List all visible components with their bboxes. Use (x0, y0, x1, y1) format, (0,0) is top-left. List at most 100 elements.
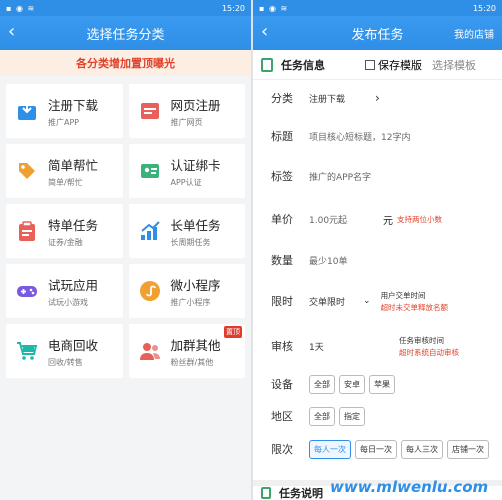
card-title: 试玩应用 (48, 277, 99, 293)
save-template-checkbox[interactable] (365, 59, 375, 70)
card-subtitle: 推广网页 (170, 117, 203, 127)
page-title: 发布任务 (351, 27, 404, 43)
my-shop-link[interactable]: 我的店铺 (454, 26, 494, 41)
price-unit: 元 (383, 215, 394, 227)
option-chip[interactable]: 每日一次 (355, 439, 397, 459)
card-title: 特单任务 (48, 217, 99, 233)
option-chip[interactable]: 每人三次 (401, 439, 443, 459)
frequency-options: 每人一次 每日一次 每人三次 店铺一次 (309, 439, 493, 459)
id-card-icon (140, 164, 159, 178)
option-chip[interactable]: 指定 (339, 406, 365, 426)
time-limit-note: 超时未交单释放名额 (380, 303, 449, 312)
card-title: 微小程序 (170, 277, 221, 293)
category-card[interactable]: 长单任务 长周期任务 (128, 204, 245, 258)
category-card[interactable]: 微小程序 推广小程序 (128, 264, 245, 318)
title-input[interactable]: 项目核心短标题，12字内 (309, 130, 410, 143)
gamepad-icon (17, 286, 37, 297)
card-subtitle: 粉丝群/其他 (170, 357, 214, 367)
promo-banner: 各分类增加置顶曝光 (0, 50, 251, 76)
category-card[interactable]: 网页注册 推广网页 (128, 84, 245, 138)
tag-row: 标签 推广的APP名字 (253, 156, 502, 196)
card-title: 认证绑卡 (170, 157, 221, 173)
section-title: 任务信息 (281, 58, 325, 72)
cart-icon (17, 342, 38, 360)
card-text: 简单帮忙简单/帮忙 (48, 155, 98, 188)
review-select[interactable]: 1天 (309, 340, 399, 353)
option-chip[interactable]: 店铺一次 (447, 439, 489, 459)
back-icon[interactable]: ‹ (8, 23, 15, 41)
chevron-right-icon: › (375, 91, 380, 105)
category-card[interactable]: 简单帮忙简单/帮忙 (6, 144, 123, 198)
card-subtitle: 长周期任务 (170, 237, 211, 247)
category-card[interactable]: 电商回收回收/转售 (6, 324, 123, 378)
category-screen: ▪ ◉ ≋ 15:20 ‹ 选择任务分类 各分类增加置顶曝光 注册下载 推广APP… (0, 0, 251, 500)
region-options: 全部 指定 (309, 406, 369, 426)
category-grid: 注册下载 推广APP 网页注册 推广网页 简单帮忙 简单/帮忙 认证绑卡 APP认证 特单任务证… (0, 76, 251, 386)
card-text: 试玩应用 试玩小游戏 (48, 275, 98, 308)
category-card[interactable]: 特单任务 证券/金融 (6, 204, 123, 258)
review-hint-block: 任务审核时间 超时系统自动审核 (399, 334, 459, 358)
category-card[interactable]: 加群其他粉丝群/其他 置顶 (128, 324, 245, 378)
card-text: 长单任务 长周期任务 (171, 215, 221, 248)
webpage-icon (140, 103, 159, 119)
option-chip[interactable]: 全部 (309, 374, 335, 394)
quantity-row: 数量 最少10单 (253, 242, 502, 278)
category-card[interactable]: 认证绑卡 APP认证 (128, 144, 245, 198)
top-badge: 置顶 (224, 326, 242, 338)
tag-input[interactable]: 推广的APP名字 (309, 170, 371, 183)
card-subtitle: 简单/帮忙 (48, 177, 83, 187)
status-icons: ▪ ◉ ≋ (259, 3, 289, 13)
card-subtitle: 回收/转售 (48, 357, 83, 367)
field-label: 标签 (271, 170, 293, 183)
time-limit-select[interactable]: 交单限时 (309, 295, 345, 308)
time-limit-hint-block: 用户交单时间 超时未交单释放名额 (381, 289, 449, 313)
document-icon (261, 487, 271, 499)
tag-icon (19, 163, 35, 179)
price-row: 单价 1.00元起 元 支持两位小数 (253, 196, 502, 242)
time-limit-row: 限时 交单限时 ⌄ 用户交单时间 超时未交单释放名额 (253, 278, 502, 324)
page-title: 选择任务分类 (86, 27, 165, 43)
category-card[interactable]: 试玩应用 试玩小游戏 (6, 264, 123, 318)
price-input[interactable]: 1.00元起 (309, 213, 347, 226)
card-text: 电商回收回收/转售 (48, 335, 98, 368)
quantity-input[interactable]: 最少10单 (309, 254, 347, 267)
category-row[interactable]: 分类 注册下载 › (253, 80, 502, 116)
chevron-down-icon[interactable]: ⌄ (363, 296, 371, 306)
card-title: 电商回收 (48, 337, 99, 353)
back-icon[interactable]: ‹ (261, 23, 268, 41)
review-note: 超时系统自动审核 (399, 348, 459, 357)
category-card[interactable]: 注册下载 推广APP (6, 84, 123, 138)
price-note: 支持两位小数 (397, 214, 443, 224)
card-text: 注册下载 推广APP (48, 95, 98, 128)
card-subtitle: 推广小程序 (170, 297, 211, 307)
choose-template-link[interactable]: 选择模板 (432, 57, 476, 73)
status-time: 15:20 (472, 3, 496, 13)
status-bar: ▪ ◉ ≋ 15:20 (0, 0, 251, 16)
field-label: 限次 (271, 443, 293, 456)
status-bar: ▪ ◉ ≋ 15:20 (253, 0, 502, 16)
watermark: www.mlwenlu.com (330, 478, 489, 496)
card-text: 特单任务 证券/金融 (48, 215, 98, 248)
review-row: 审核 1天 任务审核时间 超时系统自动审核 (253, 324, 502, 368)
review-hint: 任务审核时间 (399, 336, 444, 345)
title-bar: ‹ 发布任务 我的店铺 (253, 16, 502, 50)
download-icon (18, 102, 36, 120)
field-label: 限时 (271, 295, 293, 308)
status-time: 15:20 (221, 3, 245, 13)
card-text: 网页注册 推广网页 (171, 95, 221, 128)
card-text: 微小程序 推广小程序 (171, 275, 221, 308)
card-title: 简单帮忙 (48, 157, 99, 173)
option-chip[interactable]: 每人一次 (309, 439, 351, 459)
option-chip[interactable]: 全部 (309, 406, 335, 426)
card-title: 网页注册 (170, 97, 221, 113)
section-title: 任务说明 (279, 487, 323, 500)
card-title: 加群其他 (170, 337, 221, 353)
option-chip[interactable]: 安卓 (339, 374, 365, 394)
mini-program-icon (139, 281, 160, 301)
region-row: 地区 全部 指定 (253, 400, 502, 432)
publish-screen: ▪ ◉ ≋ 15:20 ‹ 发布任务 我的店铺 任务信息 保存模版 选择模板 分… (253, 0, 502, 500)
field-label: 标题 (271, 130, 293, 143)
option-chip[interactable]: 苹果 (369, 374, 395, 394)
save-template-label[interactable]: 保存模版 (378, 57, 422, 73)
task-info-header: 任务信息 保存模版 选择模板 (253, 50, 502, 80)
